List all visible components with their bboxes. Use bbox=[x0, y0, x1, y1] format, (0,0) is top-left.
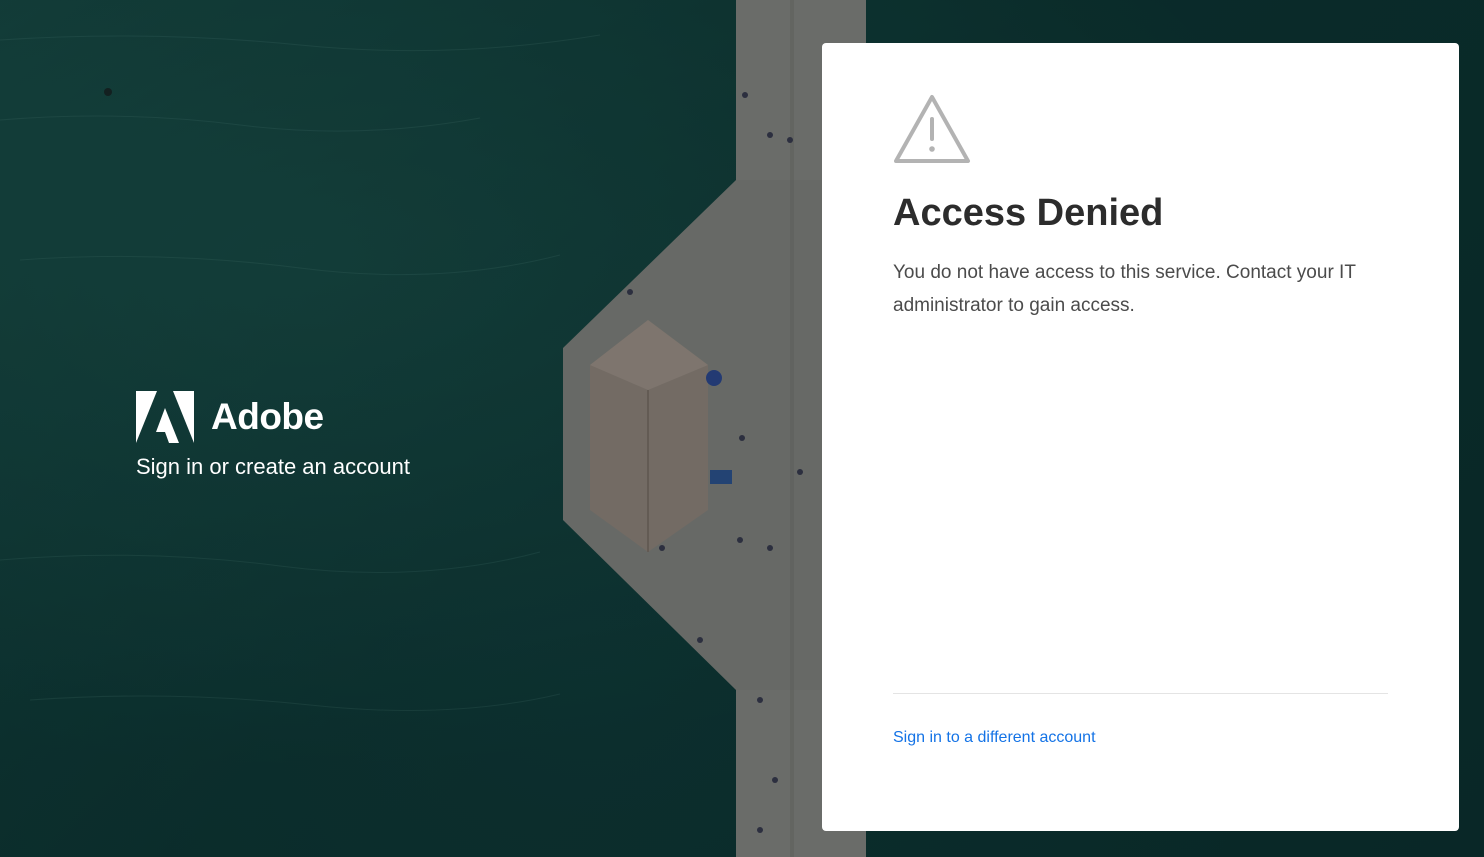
divider bbox=[893, 693, 1388, 694]
brand-tagline: Sign in or create an account bbox=[136, 454, 410, 479]
error-message: You do not have access to this service. … bbox=[893, 262, 1356, 316]
brand-row: Adobe bbox=[136, 391, 410, 443]
warning-icon bbox=[894, 95, 970, 163]
page-title: Access Denied bbox=[893, 192, 1164, 234]
access-denied-card: Access Denied You do not have access to … bbox=[822, 43, 1459, 831]
adobe-logo-icon bbox=[136, 391, 194, 443]
brand-block: Adobe Sign in or create an account bbox=[136, 391, 410, 481]
sign-in-different-account-link[interactable]: Sign in to a different account bbox=[893, 726, 1096, 750]
brand-name: Adobe bbox=[211, 396, 324, 437]
